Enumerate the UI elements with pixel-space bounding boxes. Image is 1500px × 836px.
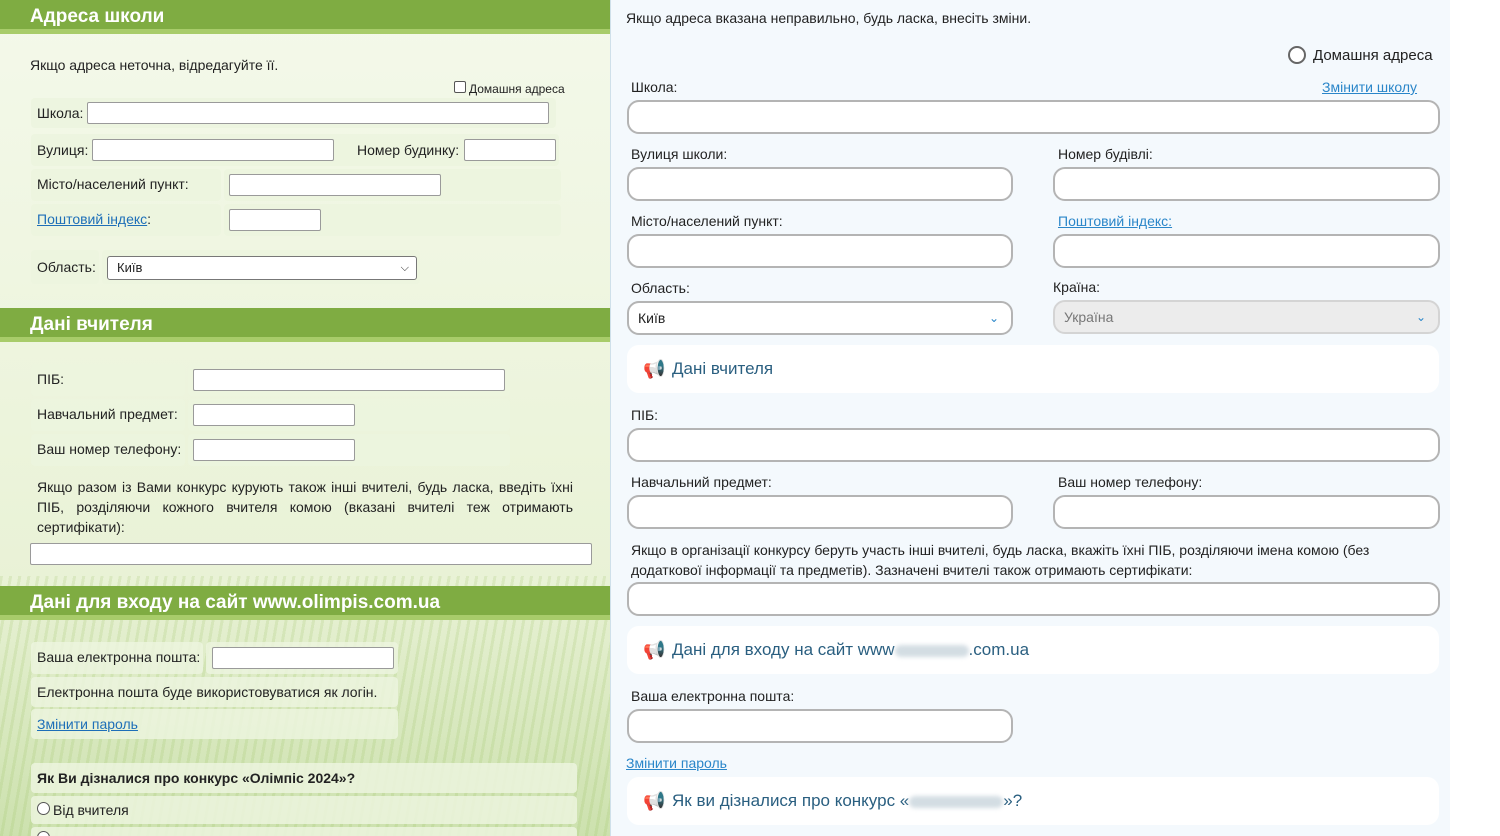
email-note: Електронна пошта буде використовуватися …: [37, 684, 378, 700]
region-label: Область:: [631, 280, 690, 296]
email-input[interactable]: [627, 709, 1013, 743]
postcode-link[interactable]: Поштовий індекс:: [1058, 213, 1172, 229]
new-form-panel: Якщо адреса вказана неправильно, будь ла…: [610, 0, 1450, 836]
region-select-value: Київ: [638, 310, 666, 326]
section-teacher-title: Дані вчителя: [672, 359, 774, 378]
other-teachers-input[interactable]: [627, 582, 1440, 616]
login-title-prefix: Дані для входу на сайт www: [672, 640, 895, 659]
home-address-radio[interactable]: [1288, 46, 1306, 64]
section-header-school-address: Адреса школи: [0, 0, 610, 34]
subject-input[interactable]: [627, 495, 1013, 529]
building-number-label: Номер будівлі:: [1058, 146, 1153, 162]
teacher-name-input[interactable]: [627, 428, 1440, 462]
change-password-link[interactable]: Змінити пароль: [37, 715, 138, 733]
school-input[interactable]: [627, 100, 1440, 134]
email-label: Ваша електронна пошта:: [631, 688, 795, 704]
home-address-checkbox[interactable]: [454, 81, 466, 93]
address-hint: Якщо адреса неточна, відредагуйте її.: [30, 57, 279, 73]
region-select[interactable]: Київ ⌄: [627, 301, 1013, 335]
home-address-label: Домашня адреса: [1313, 47, 1433, 64]
teacher-name-label: ПІБ:: [631, 407, 659, 423]
section-header-teacher: Дані вчителя: [0, 308, 610, 342]
teacher-name-label: ПІБ:: [37, 371, 65, 387]
change-password-link[interactable]: Змінити пароль: [626, 755, 727, 771]
section-login-title: Дані для входу на сайт www .com.ua: [672, 640, 1029, 660]
megaphone-icon: 📢: [643, 791, 666, 811]
country-select-value: Україна: [1064, 309, 1114, 325]
other-teachers-hint: Якщо в організації конкурсу беруть участ…: [631, 542, 1370, 578]
blurred-domain: [894, 644, 969, 657]
region-label: Область:: [37, 259, 96, 275]
login-title-suffix: .com.ua: [968, 640, 1030, 659]
phone-label: Ваш номер телефону:: [37, 441, 182, 457]
subject-label: Навчальний предмет:: [631, 474, 772, 490]
survey-option-teacher-label: Від вчителя: [53, 802, 129, 818]
phone-input[interactable]: [193, 439, 355, 461]
chevron-down-icon: ⌵: [400, 262, 409, 274]
house-number-label: Номер будинку:: [357, 142, 460, 158]
section-survey: 📢 Як ви дізналися про конкурс « »?: [627, 777, 1439, 825]
country-label: Країна:: [1053, 279, 1101, 295]
teacher-name-input[interactable]: [193, 369, 505, 391]
home-address-label: Домашня адреса: [469, 82, 565, 96]
email-input[interactable]: [212, 647, 394, 669]
postcode-label: Поштовий індекс:: [37, 210, 151, 228]
survey-option-cell-2: [31, 827, 577, 836]
street-input[interactable]: [627, 167, 1013, 201]
section-login: 📢 Дані для входу на сайт www .com.ua: [627, 626, 1439, 674]
other-teachers-hint: Якщо разом із Вами конкурс курують також…: [37, 479, 573, 535]
other-teachers-input[interactable]: [30, 543, 592, 565]
street-input[interactable]: [92, 139, 334, 161]
phone-input[interactable]: [1053, 495, 1440, 529]
phone-label: Ваш номер телефону:: [1058, 474, 1203, 490]
survey-title-suffix: »?: [1003, 791, 1023, 810]
chevron-down-icon: ⌄: [988, 311, 999, 325]
city-input[interactable]: [229, 174, 441, 196]
address-intro: Якщо адреса вказана неправильно, будь ла…: [626, 10, 1032, 26]
chevron-down-icon: ⌄: [1415, 310, 1426, 324]
postcode-input[interactable]: [1053, 234, 1440, 268]
house-number-input[interactable]: [464, 139, 556, 161]
region-select[interactable]: Київ ⌵: [107, 256, 417, 280]
survey-question: Як Ви дізналися про конкурс «Олімпіс 202…: [37, 770, 356, 786]
postcode-colon: :: [147, 211, 152, 227]
change-school-link[interactable]: Змінити школу: [1322, 79, 1417, 95]
building-number-input[interactable]: [1053, 167, 1440, 201]
subject-label: Навчальний предмет:: [37, 406, 178, 422]
region-select-value: Київ: [117, 260, 143, 275]
city-label: Місто/населений пункт:: [37, 176, 189, 192]
city-input[interactable]: [627, 234, 1013, 268]
school-input[interactable]: [87, 102, 549, 124]
survey-option-teacher-radio[interactable]: [37, 802, 50, 815]
email-label: Ваша електронна пошта:: [37, 649, 201, 665]
section-survey-title: Як ви дізналися про конкурс « »?: [672, 791, 1022, 811]
section-header-login: Дані для входу на сайт www.olimpis.com.u…: [0, 586, 610, 620]
survey-title-prefix: Як ви дізналися про конкурс «: [672, 791, 910, 810]
school-label: Школа:: [631, 79, 678, 95]
section-teacher: 📢 Дані вчителя: [627, 345, 1439, 393]
blurred-contest-name: [909, 795, 1004, 808]
street-label: Вулиця школи:: [631, 146, 728, 162]
megaphone-icon: 📢: [643, 640, 666, 660]
postcode-link[interactable]: Поштовий індекс: [37, 211, 147, 227]
country-select: Україна ⌄: [1053, 300, 1440, 334]
city-label: Місто/населений пункт:: [631, 213, 783, 229]
megaphone-icon: 📢: [643, 359, 666, 379]
street-label: Вулиця:: [37, 142, 89, 158]
old-form-panel: Адреса школи Якщо адреса неточна, відред…: [0, 0, 610, 836]
school-label: Школа:: [37, 105, 84, 121]
subject-input[interactable]: [193, 404, 355, 426]
postcode-input[interactable]: [229, 209, 321, 231]
